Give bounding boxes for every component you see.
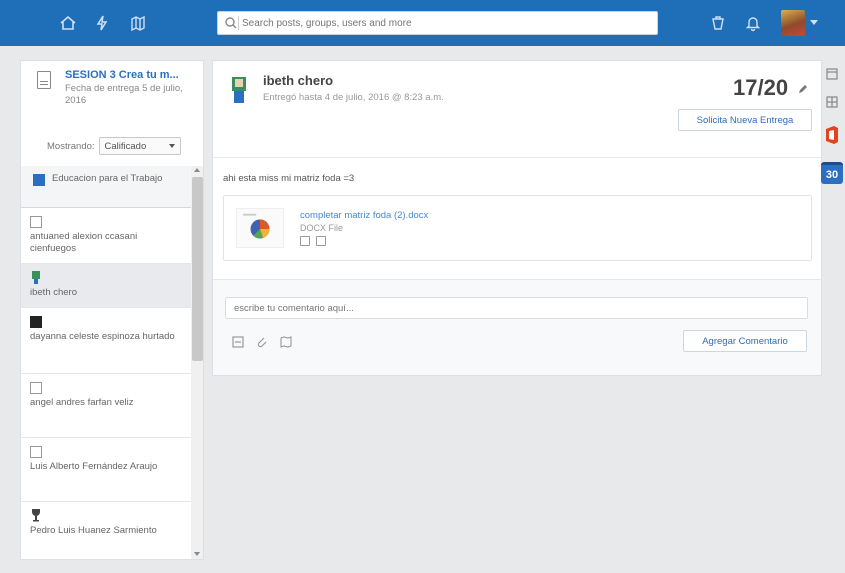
paperclip-icon[interactable] <box>255 335 269 349</box>
home-icon[interactable] <box>57 12 79 34</box>
divider <box>213 157 821 158</box>
annotate-icon[interactable] <box>300 236 310 246</box>
group-color-icon <box>33 174 45 186</box>
search-icon <box>225 17 237 29</box>
comment-input[interactable] <box>225 297 808 319</box>
download-icon[interactable] <box>316 236 326 246</box>
notifications-bell-icon[interactable] <box>742 12 764 34</box>
group-item[interactable]: Educacion para el Trabajo <box>21 166 191 208</box>
activity-icon[interactable] <box>91 12 113 34</box>
calendar-icon[interactable] <box>824 66 840 82</box>
student-avatar-placeholder-icon <box>30 446 42 458</box>
assignment-due-date: Fecha de entrega 5 de julio, 2016 <box>65 83 183 106</box>
student-name: angel andres farfan veliz <box>30 397 134 408</box>
student-name: dayanna celeste espinoza hurtado <box>30 331 175 342</box>
document-thumbnail[interactable] <box>236 208 284 248</box>
account-menu-caret-icon[interactable] <box>810 20 818 25</box>
library-icon[interactable] <box>279 335 293 349</box>
search-bar[interactable] <box>217 11 658 35</box>
student-list-panel: SESION 3 Crea tu m... Fecha de entrega 5… <box>20 60 204 560</box>
user-avatar[interactable] <box>781 10 805 36</box>
attachment-card[interactable]: completar matriz foda (2).docx DOCX File <box>223 195 812 261</box>
attachment-type: DOCX File <box>300 223 344 233</box>
trophy-icon <box>32 509 40 522</box>
scroll-down-arrow-icon[interactable] <box>194 552 200 556</box>
student-item[interactable]: antuaned alexion ccasani cienfuegos <box>21 208 191 264</box>
student-name: ibeth chero <box>30 287 78 298</box>
apps-icon[interactable] <box>707 12 729 34</box>
chevron-down-icon <box>168 144 175 148</box>
pencil-edit-icon[interactable] <box>797 83 809 95</box>
top-bar <box>0 0 845 46</box>
submission-panel: ibeth chero Entregó hasta 4 de julio, 20… <box>212 60 822 376</box>
student-item[interactable]: Luis Alberto Fernández Araujo <box>21 438 191 502</box>
scroll-up-arrow-icon[interactable] <box>194 168 200 172</box>
student-item[interactable]: Pedro Luis Huanez Sarmiento <box>21 502 191 559</box>
calendar-30-icon[interactable]: 30 <box>821 162 843 184</box>
request-resubmission-button[interactable]: Solicita Nueva Entrega <box>678 109 812 131</box>
filter-row: Mostrando: Calificado <box>47 136 181 156</box>
grade-value[interactable]: 17/20 <box>733 75 788 101</box>
search-separator <box>238 16 239 30</box>
assignment-header: SESION 3 Crea tu m... Fecha de entrega 5… <box>21 61 203 121</box>
add-comment-button[interactable]: Agregar Comentario <box>683 330 807 352</box>
student-avatar-person-icon <box>32 271 40 284</box>
backpack-icon[interactable] <box>127 12 149 34</box>
submission-comment: ahi esta miss mi matriz foda =3 <box>223 173 355 184</box>
grid-apps-icon[interactable] <box>824 94 840 110</box>
scrollbar-thumb[interactable] <box>192 177 203 361</box>
student-name: antuaned alexion ccasani cienfuegos <box>30 231 138 254</box>
student-item-selected[interactable]: ibeth chero <box>21 264 191 308</box>
student-name: Luis Alberto Fernández Araujo <box>30 461 158 472</box>
assignment-doc-icon <box>37 71 51 89</box>
comment-composer: Agregar Comentario <box>213 280 821 375</box>
student-item[interactable]: dayanna celeste espinoza hurtado <box>21 308 191 374</box>
attach-file-icon[interactable] <box>231 335 245 349</box>
filter-value: Calificado <box>104 140 147 152</box>
student-avatar-placeholder-icon <box>30 216 42 228</box>
student-name-heading: ibeth chero <box>263 73 334 88</box>
attachment-name-link[interactable]: completar matriz foda (2).docx <box>300 210 428 221</box>
assignment-title[interactable]: SESION 3 Crea tu m... <box>65 69 201 81</box>
student-list: Educacion para el Trabajo antuaned alexi… <box>21 166 191 559</box>
office-icon[interactable] <box>823 125 841 145</box>
filter-select[interactable]: Calificado <box>98 137 181 155</box>
group-label: Educacion para el Trabajo <box>52 173 163 184</box>
student-name: Pedro Luis Huanez Sarmiento <box>30 525 157 536</box>
submission-timestamp: Entregó hasta 4 de julio, 2016 @ 8:23 a.… <box>263 92 444 103</box>
search-input[interactable] <box>242 14 642 32</box>
student-avatar-photo <box>30 316 42 328</box>
filter-label: Mostrando: <box>47 140 95 152</box>
student-avatar-placeholder-icon <box>30 382 42 394</box>
student-avatar <box>232 77 246 103</box>
student-item[interactable]: angel andres farfan veliz <box>21 374 191 438</box>
